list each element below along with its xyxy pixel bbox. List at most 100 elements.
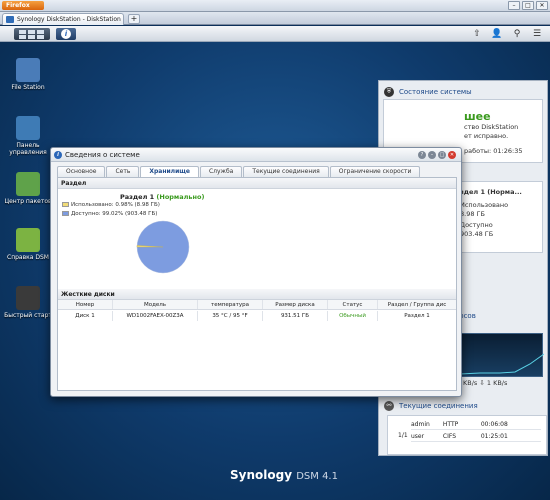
connection-type: CIFS (442, 433, 457, 440)
taskbar-tray: ⇧ 👤 ⚲ ☰ (470, 28, 544, 40)
desktop-icon-label: File Station (11, 84, 45, 91)
user-icon[interactable]: 👤 (490, 28, 504, 40)
system-info-taskbar-button[interactable]: i (56, 28, 76, 40)
firefox-menu-button[interactable]: Firefox (2, 1, 44, 10)
desktop-icon-dsm-help[interactable]: Справка DSM (3, 228, 53, 261)
connection-time: 01:25:01 (480, 433, 508, 440)
used-legend: Использовано: 0.98% (8.98 ГБ) (62, 202, 160, 209)
system-status-line: ет исправно. (464, 132, 509, 140)
disk-temperature: 35 °C / 95 °F (198, 311, 263, 321)
options-icon[interactable]: ☰ (530, 28, 544, 40)
new-tab-button[interactable]: + (128, 14, 140, 24)
tab-storage[interactable]: Хранилище (140, 166, 199, 177)
connection-user: admin (411, 421, 430, 428)
storage-free-label: Доступно (460, 221, 493, 229)
network-graph-svg (459, 353, 545, 375)
desktop-icon-control-panel[interactable]: Панель управления (3, 116, 53, 156)
grid-icon (37, 30, 44, 34)
maximize-button[interactable]: □ (522, 1, 534, 10)
column-header[interactable]: Статус (328, 300, 378, 309)
disk-volume: Раздел 1 (404, 313, 430, 319)
link-icon: ⚯ (384, 401, 394, 411)
uptime-text: работы: 01:26:35 (464, 147, 523, 155)
column-header[interactable]: температура (198, 300, 263, 309)
grid-icon (37, 35, 44, 39)
minimize-button[interactable]: – (508, 1, 520, 10)
quick-start-icon (16, 286, 40, 310)
info-icon: i (61, 29, 71, 39)
storage-tab-content: Раздел Раздел 1 (Нормально) Использовано… (57, 177, 457, 391)
grid-icon (28, 30, 35, 34)
connection-user: user (411, 433, 425, 440)
tab-current-connections[interactable]: Текущие соединения (243, 166, 329, 177)
connection-row[interactable]: admin HTTP 00:06:08 (411, 419, 541, 430)
storage-used-label: Использовано (460, 201, 509, 209)
grid-icon (28, 35, 35, 39)
connections-widget-title: ⚯ Текущие соединения (379, 399, 547, 413)
desktop-icon-label: Быстрый старт (4, 312, 52, 319)
connection-row[interactable]: user CIFS 01:25:01 (411, 431, 541, 442)
column-header[interactable]: Размер диска (263, 300, 328, 309)
help-button[interactable]: ? (418, 151, 426, 159)
close-button[interactable]: ✕ (536, 1, 548, 10)
search-icon[interactable]: ⚲ (510, 28, 524, 40)
synology-brand-logo: Synology DSM 4.1 (230, 468, 338, 482)
window-titlebar[interactable]: i Сведения о системе ? – □ ✕ (51, 148, 461, 162)
disk-size: 931.51 ГБ (263, 311, 328, 321)
system-status-text: шее (464, 110, 491, 123)
free-swatch (62, 211, 69, 216)
volume-title: Раздел 1 (Нормально) (120, 193, 205, 201)
used-swatch (62, 202, 69, 207)
grid-icon (19, 35, 26, 39)
tab-service[interactable]: Служба (199, 166, 243, 177)
browser-tab-title: Synology DiskStation - DiskStation (17, 16, 121, 23)
disk-number: Диск 1 (58, 311, 113, 321)
disk-status: Обычный (328, 311, 378, 321)
shield-icon: ⛨ (384, 87, 394, 97)
tab-speed-limit[interactable]: Ограничение скорости (329, 166, 421, 177)
desktop-icon-label: Центр пакетов (4, 198, 52, 205)
disk-table-header: Номер Модель температура Размер диска Ст… (58, 300, 456, 310)
volume-section-header: Раздел (58, 178, 456, 189)
system-status-widget-title: ⛨ Состояние системы (379, 85, 547, 99)
window-controls: – □ ✕ (508, 1, 548, 10)
table-row[interactable]: Диск 1 WD1002FAEX-00Z3A 35 °C / 95 °F 93… (58, 311, 456, 321)
info-icon: i (54, 151, 62, 159)
column-header[interactable]: Модель (113, 300, 198, 309)
control-panel-icon (16, 116, 40, 140)
window-tabs: Основное Сеть Хранилище Служба Текущие с… (57, 166, 421, 177)
grid-icon (19, 30, 26, 34)
tab-general[interactable]: Основное (57, 166, 106, 177)
close-window-button[interactable]: ✕ (448, 151, 456, 159)
network-graph (459, 333, 545, 377)
connection-type: HTTP (442, 421, 459, 428)
desktop-icon-package-center[interactable]: Центр пакетов (3, 172, 53, 205)
tab-network[interactable]: Сеть (106, 166, 140, 177)
free-legend: Доступно: 99.02% (903.48 ГБ) (62, 211, 157, 218)
maximize-button[interactable]: □ (438, 151, 446, 159)
disks-section-header: Жесткие диски (58, 289, 456, 300)
connection-time: 00:06:08 (480, 421, 508, 428)
desktop-icon-file-station[interactable]: File Station (3, 58, 53, 91)
system-status-line: ство DiskStation (464, 123, 519, 131)
usage-pie-chart (136, 220, 190, 274)
column-header[interactable]: Номер (58, 300, 113, 309)
system-info-window: i Сведения о системе ? – □ ✕ Основное Се… (50, 147, 462, 397)
window-title: Сведения о системе (65, 151, 140, 159)
show-desktop-button[interactable] (14, 28, 50, 40)
notification-icon[interactable]: ⇧ (470, 28, 484, 40)
dsm-taskbar: i ⇧ 👤 ⚲ ☰ (0, 26, 550, 42)
browser-tab[interactable]: Synology DiskStation - DiskStation (2, 13, 124, 25)
desktop-icon-label: Панель управления (9, 142, 47, 156)
file-station-icon (16, 58, 40, 82)
network-speed-text: KB/s ⇩ 1 KB/s (463, 379, 508, 387)
browser-titlebar: Firefox – □ ✕ (0, 0, 550, 12)
minimize-button[interactable]: – (428, 151, 436, 159)
browser-tab-strip: Synology DiskStation - DiskStation + (0, 12, 550, 25)
storage-free-value: 903.48 ГБ (460, 230, 494, 238)
column-header[interactable]: Раздел / Группа дис (378, 300, 456, 309)
package-center-icon (16, 172, 40, 196)
connections-page: 1/1 (398, 432, 408, 439)
help-icon (16, 228, 40, 252)
desktop-icon-quick-start[interactable]: Быстрый старт (3, 286, 53, 319)
